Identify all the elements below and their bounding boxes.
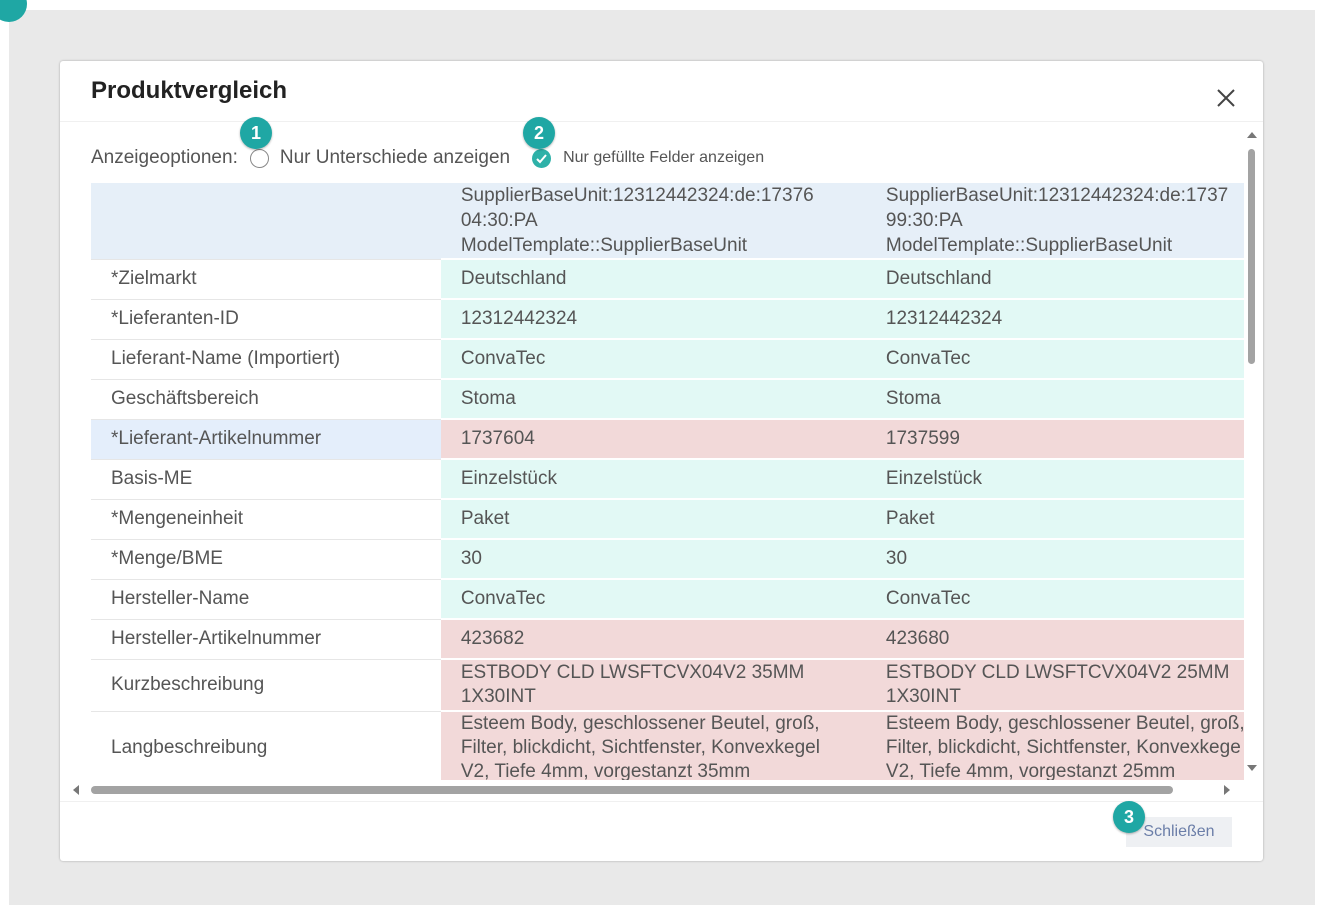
row-value-a: 423682 — [440, 619, 866, 660]
row-value-a: Paket — [440, 499, 866, 540]
row-value-a: ConvaTec — [440, 339, 866, 380]
column-b-id-line2: 99:30:PA — [885, 210, 963, 231]
table-row[interactable]: Kurzbeschreibung ESTBODY CLD LWSFTCVX04V… — [91, 659, 1244, 712]
lang-a-line1: Esteem Body, geschlossener Beutel, groß, — [460, 713, 820, 734]
horizontal-scroll-thumb[interactable] — [91, 786, 1173, 794]
row-label: *Lieferant-Artikelnummer — [91, 419, 441, 460]
column-b-template: ModelTemplate::SupplierBaseUnit — [885, 235, 1173, 256]
lang-b-line2: Filter, blickdicht, Sichtfenster, Konvex… — [885, 737, 1241, 758]
table-row[interactable]: Basis-ME Einzelstück Einzelstück — [91, 459, 1244, 500]
corner-indicator — [0, 0, 27, 22]
table-row[interactable]: Geschäftsbereich Stoma Stoma — [91, 379, 1244, 420]
dialog-header: Produktvergleich — [60, 61, 1263, 121]
display-options: Anzeigeoptionen: Nur Unterschiede anzeig… — [91, 143, 764, 173]
only-differences-label[interactable]: Nur Unterschiede anzeigen — [280, 147, 510, 169]
kurz-b-line1: ESTBODY CLD LWSFTCVX04V2 25MM — [885, 662, 1230, 683]
dialog-title: Produktvergleich — [91, 77, 288, 104]
row-value-a: Esteem Body, geschlossener Beutel, groß,… — [440, 711, 866, 780]
kurz-a-line1: ESTBODY CLD LWSFTCVX04V2 35MM — [460, 662, 805, 683]
row-value-b: Einzelstück — [865, 459, 1244, 500]
callout-badge-1: 1 — [240, 117, 272, 149]
row-value-b: ESTBODY CLD LWSFTCVX04V2 25MM 1X30INT — [865, 659, 1244, 712]
only-filled-checkbox[interactable] — [532, 148, 552, 168]
comparison-table-viewport: SupplierBaseUnit:12312442324:de:17376 04… — [91, 183, 1244, 780]
vertical-scrollbar[interactable] — [1244, 127, 1260, 777]
column-b-id-line1: SupplierBaseUnit:12312442324:de:1737 — [885, 185, 1229, 206]
table-row-selected[interactable]: *Lieferant-Artikelnummer 1737604 1737599 — [91, 419, 1244, 460]
row-value-b: 30 — [865, 539, 1244, 580]
row-label: *Menge/BME — [91, 539, 441, 580]
lang-a-line2: Filter, blickdicht, Sichtfenster, Konvex… — [460, 737, 820, 758]
row-label: *Zielmarkt — [91, 259, 441, 300]
row-value-b: 1737599 — [865, 419, 1244, 460]
scroll-right-icon[interactable] — [1219, 780, 1233, 800]
column-header-product-b: SupplierBaseUnit:12312442324:de:1737 99:… — [865, 183, 1244, 260]
row-value-a: ConvaTec — [440, 579, 866, 620]
row-value-b: 12312442324 — [865, 299, 1244, 340]
kurz-b-line2: 1X30INT — [885, 686, 961, 707]
row-label: Geschäftsbereich — [91, 379, 441, 420]
table-row[interactable]: *Menge/BME 30 30 — [91, 539, 1244, 580]
row-value-a: 12312442324 — [440, 299, 866, 340]
column-header-product-a: SupplierBaseUnit:12312442324:de:17376 04… — [440, 183, 866, 260]
row-value-b: Deutschland — [865, 259, 1244, 300]
column-a-id-line1: SupplierBaseUnit:12312442324:de:17376 — [460, 185, 814, 206]
row-label: *Lieferanten-ID — [91, 299, 441, 340]
header-label-cell — [91, 183, 441, 260]
header-divider — [60, 121, 1263, 122]
row-value-a: Deutschland — [440, 259, 866, 300]
product-compare-dialog: Produktvergleich Anzeigeoptionen: Nur Un… — [60, 61, 1263, 861]
table-row[interactable]: Langbeschreibung Esteem Body, geschlosse… — [91, 711, 1244, 780]
row-value-b: Esteem Body, geschlossener Beutel, groß,… — [865, 711, 1244, 780]
only-filled-label[interactable]: Nur gefüllte Felder anzeigen — [563, 149, 764, 167]
row-value-a: 1737604 — [440, 419, 866, 460]
horizontal-scrollbar[interactable] — [70, 780, 1233, 800]
scroll-down-icon[interactable] — [1244, 761, 1260, 775]
row-value-a: 30 — [440, 539, 866, 580]
table-row[interactable]: Hersteller-Name ConvaTec ConvaTec — [91, 579, 1244, 620]
table-row[interactable]: *Zielmarkt Deutschland Deutschland — [91, 259, 1244, 300]
row-label: *Mengeneinheit — [91, 499, 441, 540]
table-row[interactable]: Hersteller-Artikelnummer 423682 423680 — [91, 619, 1244, 660]
checkmark-icon — [536, 153, 547, 163]
column-a-id-line2: 04:30:PA — [460, 210, 538, 231]
footer-divider — [60, 801, 1263, 802]
row-value-b: ConvaTec — [865, 339, 1244, 380]
row-label: Hersteller-Artikelnummer — [91, 619, 441, 660]
row-label: Hersteller-Name — [91, 579, 441, 620]
table-row[interactable]: *Mengeneinheit Paket Paket — [91, 499, 1244, 540]
lang-a-line3: V2, Tiefe 4mm, vorgestanzt 35mm — [460, 761, 751, 780]
row-value-b: Stoma — [865, 379, 1244, 420]
callout-badge-2: 2 — [523, 117, 555, 149]
vertical-scroll-thumb[interactable] — [1248, 149, 1255, 364]
close-icon[interactable] — [1211, 83, 1241, 113]
comparison-table: SupplierBaseUnit:12312442324:de:17376 04… — [91, 183, 1244, 780]
row-label: Basis-ME — [91, 459, 441, 500]
row-value-b: Paket — [865, 499, 1244, 540]
callout-badge-3: 3 — [1113, 801, 1145, 833]
display-options-label: Anzeigeoptionen: — [91, 147, 238, 168]
lang-b-line1: Esteem Body, geschlossener Beutel, groß, — [885, 713, 1244, 734]
row-label: Lieferant-Name (Importiert) — [91, 339, 441, 380]
table-header-row: SupplierBaseUnit:12312442324:de:17376 04… — [91, 183, 1244, 260]
only-differences-checkbox[interactable] — [249, 148, 269, 168]
row-value-b: ConvaTec — [865, 579, 1244, 620]
scroll-up-icon[interactable] — [1244, 127, 1260, 141]
scroll-left-icon[interactable] — [70, 780, 84, 800]
column-a-template: ModelTemplate::SupplierBaseUnit — [460, 235, 748, 256]
lang-b-line3: V2, Tiefe 4mm, vorgestanzt 25mm — [885, 761, 1176, 780]
row-value-a: Stoma — [440, 379, 866, 420]
row-value-b: 423680 — [865, 619, 1244, 660]
row-value-a: ESTBODY CLD LWSFTCVX04V2 35MM 1X30INT — [440, 659, 866, 712]
kurz-a-line2: 1X30INT — [460, 686, 536, 707]
table-row[interactable]: *Lieferanten-ID 12312442324 12312442324 — [91, 299, 1244, 340]
table-row[interactable]: Lieferant-Name (Importiert) ConvaTec Con… — [91, 339, 1244, 380]
row-label: Kurzbeschreibung — [91, 659, 441, 712]
row-value-a: Einzelstück — [440, 459, 866, 500]
row-label: Langbeschreibung — [91, 711, 441, 780]
